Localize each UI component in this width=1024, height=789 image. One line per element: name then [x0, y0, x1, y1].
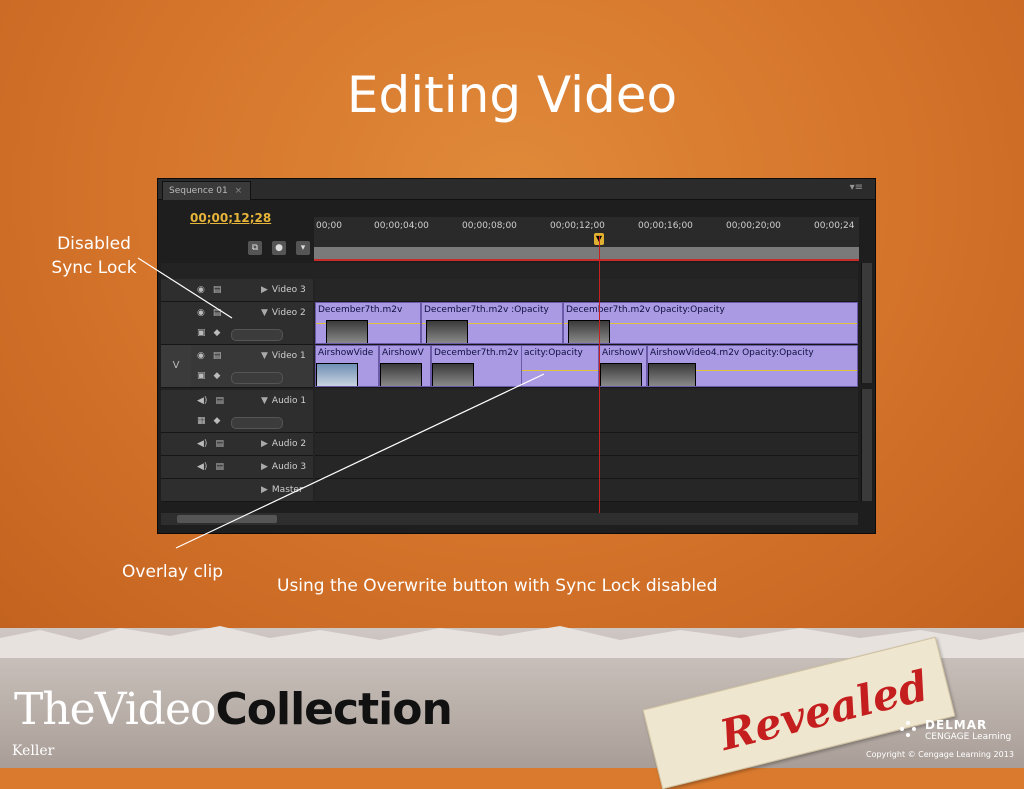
- author-name: Keller: [12, 743, 55, 759]
- sync-lock-pointer: [137, 257, 233, 319]
- publisher-sub: CENGAGE Learning: [925, 732, 1012, 742]
- series-logo-light: TheVideo: [14, 684, 216, 735]
- series-logo-bold: Collection: [215, 684, 453, 735]
- overlay-clip-pointer: [175, 373, 545, 549]
- series-logo: TheVideoCollection: [14, 684, 453, 735]
- delmar-logo-icon: [900, 721, 916, 737]
- copyright: Copyright © Cengage Learning 2013: [866, 750, 1014, 759]
- publisher-name: DELMAR: [925, 718, 988, 732]
